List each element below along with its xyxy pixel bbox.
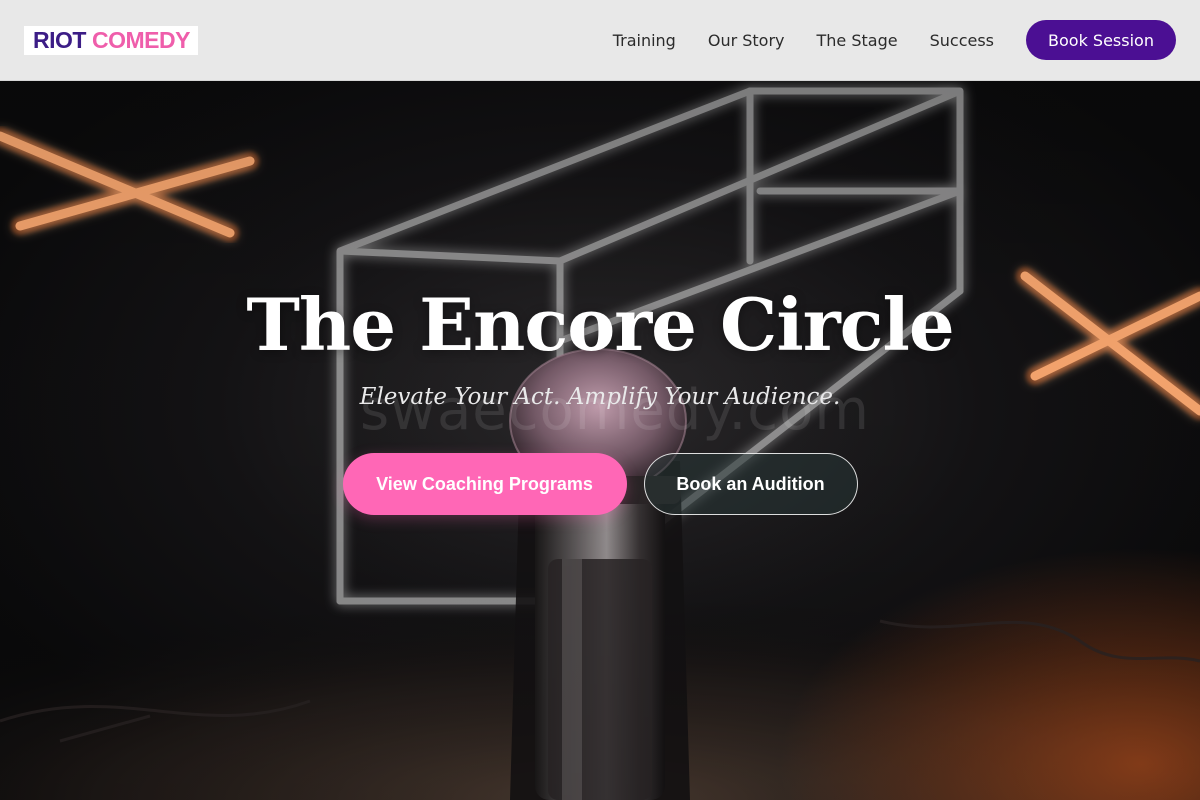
hero-title: The Encore Circle: [246, 282, 954, 367]
logo-text-comedy: COMEDY: [91, 26, 190, 53]
hero-overlay: [0, 81, 1200, 800]
hero-section: swaecomedy.com The Encore Circle Elevate…: [0, 81, 1200, 800]
site-header: RIOT COMEDY Training Our Story The Stage…: [0, 0, 1200, 81]
book-audition-button[interactable]: Book an Audition: [643, 453, 858, 515]
main-nav: Training Our Story The Stage Success Boo…: [613, 20, 1176, 60]
view-coaching-programs-button[interactable]: View Coaching Programs: [342, 453, 627, 515]
hero-subtitle: Elevate Your Act. Amplify Your Audience.: [359, 384, 841, 410]
book-session-button[interactable]: Book Session: [1026, 20, 1176, 60]
logo-text-riot: RIOT: [33, 26, 86, 53]
nav-link-our-story[interactable]: Our Story: [708, 31, 785, 50]
hero-cta-row: View Coaching Programs Book an Audition: [0, 453, 1200, 515]
nav-link-success[interactable]: Success: [930, 31, 994, 50]
nav-link-the-stage[interactable]: The Stage: [817, 31, 898, 50]
nav-link-training[interactable]: Training: [613, 31, 676, 50]
brand-logo[interactable]: RIOT COMEDY: [24, 25, 198, 55]
landing-page: RIOT COMEDY Training Our Story The Stage…: [0, 0, 1200, 800]
